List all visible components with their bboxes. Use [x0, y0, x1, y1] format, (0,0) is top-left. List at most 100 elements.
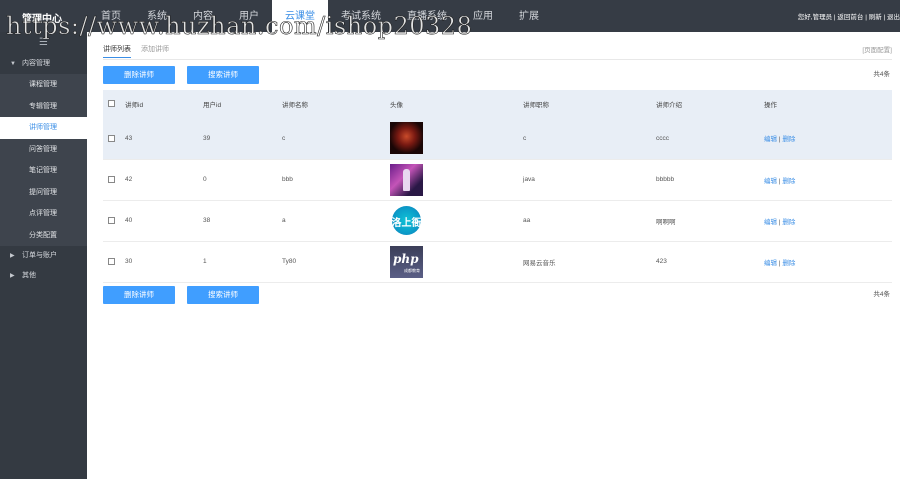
action-separator: |: [778, 136, 781, 144]
cell-intro: cccc: [656, 134, 669, 142]
cell-uid: 39: [203, 134, 211, 142]
sidebar-item-albums[interactable]: 专辑管理: [0, 95, 87, 117]
cell-id: 40: [125, 217, 133, 224]
sidebar-group-content[interactable]: ▼ 内容管理: [0, 54, 87, 74]
search-lecturer-button[interactable]: 搜索讲师: [187, 66, 259, 84]
delete-link[interactable]: 删除: [782, 219, 795, 226]
cell-uid: 1: [203, 258, 207, 265]
lecturer-table: 讲师id 用户id 讲师名称 头像 讲师职称 讲师介绍 操作 43 39 c c…: [103, 90, 892, 283]
delete-link[interactable]: 删除: [782, 178, 795, 185]
sidebar-group-label: 其他: [22, 272, 36, 279]
nav-content[interactable]: 内容: [180, 0, 226, 32]
sidebar-item-notes[interactable]: 笔记管理: [0, 160, 87, 182]
cell-title: 网易云音乐: [523, 259, 556, 267]
avatar-logo-text: 洛上衙: [391, 217, 422, 229]
nav-apps[interactable]: 应用: [460, 0, 506, 32]
sidebar-item-lecturers[interactable]: 讲师管理: [0, 117, 87, 139]
cell-name: bbb: [282, 176, 293, 183]
col-header-intro: 讲师介绍: [656, 102, 682, 109]
avatar: [390, 163, 423, 196]
edit-link[interactable]: 编辑: [764, 260, 777, 267]
caret-right-icon: ▶: [10, 273, 15, 279]
avatar: 洛上衙: [390, 204, 423, 237]
action-separator: |: [778, 218, 781, 226]
col-header-id: 讲师id: [125, 102, 144, 109]
cell-id: 30: [125, 258, 133, 265]
avatar-logo-subtext: 成都教育: [404, 267, 420, 273]
tab-lecturer-list[interactable]: 讲师列表: [103, 44, 131, 58]
caret-right-icon: ▶: [10, 253, 15, 259]
cell-title: java: [523, 176, 535, 183]
table-header-row: 讲师id 用户id 讲师名称 头像 讲师职称 讲师介绍 操作: [103, 90, 892, 118]
sidebar-item-questions[interactable]: 提问管理: [0, 181, 87, 203]
avatar: php 成都教育: [390, 245, 423, 278]
sidebar-group-other[interactable]: ▶ 其他: [0, 266, 87, 286]
row-checkbox[interactable]: [108, 257, 115, 265]
delete-lecturer-button-bottom[interactable]: 删除讲师: [103, 286, 175, 304]
sidebar: ☰ ▼ 内容管理 课程管理 专辑管理 讲师管理 问答管理 笔记管理 提问管理 点…: [0, 32, 87, 479]
tab-add-lecturer[interactable]: 添加讲师: [141, 44, 169, 58]
cell-id: 42: [125, 176, 133, 183]
sub-tabs: 讲师列表 添加讲师: [103, 44, 179, 58]
action-separator: |: [778, 177, 781, 185]
edit-link[interactable]: 编辑: [764, 136, 777, 143]
action-separator: |: [778, 259, 781, 267]
page-config-link[interactable]: [页面配置]: [862, 44, 892, 54]
nav-users[interactable]: 用户: [226, 0, 272, 32]
top-bar: 管理中心 首页 系统 内容 用户 云课堂 考试系统 直播系统 应用 扩展 您好,…: [0, 0, 900, 32]
cell-name: c: [282, 134, 286, 142]
nav-cloud-classroom[interactable]: 云课堂: [272, 0, 328, 32]
caret-down-icon: ▼: [10, 61, 16, 67]
col-header-title: 讲师职称: [523, 102, 549, 109]
cell-intro: 423: [656, 258, 667, 265]
sidebar-item-reviews[interactable]: 点评管理: [0, 203, 87, 225]
sidebar-item-courses[interactable]: 课程管理: [0, 74, 87, 96]
col-header-uid: 用户id: [203, 102, 222, 109]
delete-lecturer-button[interactable]: 删除讲师: [103, 66, 175, 84]
table-row: 43 39 c c cccc 编辑 | 删除: [103, 118, 892, 159]
sidebar-item-categories[interactable]: 分类配置: [0, 224, 87, 246]
user-links[interactable]: 您好,管理员 | 返回前台 | 刷新 | 退出: [798, 11, 900, 21]
edit-link[interactable]: 编辑: [764, 178, 777, 185]
table-row: 42 0 bbb java bbbbb 编辑 | 删除: [103, 159, 892, 200]
col-header-name: 讲师名称: [282, 102, 308, 109]
brand-title: 管理中心: [22, 14, 62, 25]
cell-id: 43: [125, 134, 133, 142]
cell-name: Ty80: [282, 258, 297, 265]
cell-uid: 0: [203, 176, 207, 183]
cell-intro: bbbbb: [656, 176, 675, 183]
cell-name: a: [282, 217, 286, 224]
cell-title: aa: [523, 217, 531, 224]
row-checkbox[interactable]: [108, 134, 115, 142]
table-row: 30 1 Ty80 php 成都教育 网易云音乐 423 编辑 | 删除: [103, 241, 892, 282]
row-checkbox[interactable]: [108, 216, 115, 224]
tab-divider: [103, 59, 892, 60]
nav-system[interactable]: 系统: [134, 0, 180, 32]
sidebar-group-label: 订单与账户: [22, 252, 57, 259]
menu-toggle-icon[interactable]: ☰: [0, 32, 87, 54]
delete-link[interactable]: 删除: [782, 260, 795, 267]
sidebar-group-label: 内容管理: [22, 60, 50, 67]
nav-exam-system[interactable]: 考试系统: [328, 0, 394, 32]
edit-link[interactable]: 编辑: [764, 219, 777, 226]
sidebar-group-orders[interactable]: ▶ 订单与账户: [0, 246, 87, 266]
search-lecturer-button-bottom[interactable]: 搜索讲师: [187, 286, 259, 304]
total-count: 共4条: [873, 71, 890, 78]
delete-link[interactable]: 删除: [782, 136, 795, 143]
cell-title: c: [523, 134, 527, 142]
avatar: [390, 122, 423, 155]
sidebar-item-qa[interactable]: 问答管理: [0, 138, 87, 160]
row-checkbox[interactable]: [108, 175, 115, 183]
nav-home[interactable]: 首页: [88, 0, 134, 32]
total-count-bottom: 共4条: [873, 291, 890, 298]
cell-intro: 啊啊啊: [656, 218, 676, 226]
col-header-avatar: 头像: [390, 102, 403, 109]
cell-uid: 38: [203, 217, 211, 224]
nav-extensions[interactable]: 扩展: [506, 0, 552, 32]
col-header-actions: 操作: [764, 102, 777, 109]
select-all-checkbox[interactable]: [108, 100, 115, 108]
nav-live-system[interactable]: 直播系统: [394, 0, 460, 32]
top-nav: 首页 系统 内容 用户 云课堂 考试系统 直播系统 应用 扩展: [88, 0, 552, 32]
avatar-logo-text: php: [393, 251, 419, 266]
table-row: 40 38 a 洛上衙 aa 啊啊啊 编辑 | 删除: [103, 200, 892, 241]
